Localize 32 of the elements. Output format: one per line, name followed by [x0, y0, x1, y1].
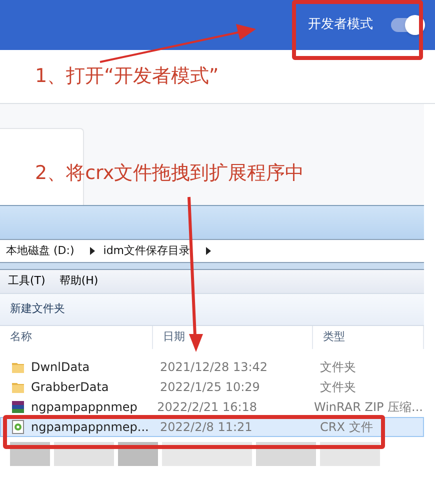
- file-type: CRX 文件: [319, 419, 373, 436]
- menu-item[interactable]: 工具(T): [8, 273, 46, 290]
- file-row[interactable]: DwnlData 2021/12/28 13:42 文件夹: [0, 357, 424, 377]
- chevron-icon: [206, 247, 212, 255]
- file-name: DwnlData: [31, 359, 90, 376]
- dev-mode-label: 开发者模式: [308, 16, 373, 34]
- step-annotation: 2、将crx文件拖拽到扩展程序中: [34, 160, 304, 186]
- file-date: 2022/1/25 10:29: [159, 379, 261, 396]
- file-type: 文件夹: [319, 379, 356, 396]
- file-row[interactable]: ngpampappnmep 2022/2/21 16:18 WinRAR ZIP 压缩...: [0, 397, 424, 417]
- breadcrumb-item[interactable]: idm文件保存目录: [103, 242, 190, 260]
- archive-icon: [11, 400, 25, 414]
- folder-icon: [11, 380, 25, 394]
- file-name: GrabberData: [31, 379, 109, 396]
- chevron-icon: [90, 247, 96, 255]
- column-header[interactable]: 名称: [0, 326, 153, 349]
- toolbar-button[interactable]: 新建文件夹: [10, 301, 65, 318]
- dev-mode-toggle[interactable]: [391, 18, 423, 32]
- file-name: ngpampappnmep: [31, 399, 138, 416]
- file-name: ngpampappnmep...: [31, 419, 149, 436]
- file-type: WinRAR ZIP 压缩...: [312, 399, 423, 416]
- file-date: 2022/2/21 16:18: [156, 399, 258, 416]
- breadcrumb-item[interactable]: 本地磁盘 (D:): [6, 242, 74, 260]
- folder-icon: [11, 360, 25, 374]
- document-icon: [11, 420, 25, 434]
- column-header[interactable]: 类型: [313, 326, 424, 349]
- menu-item[interactable]: 帮助(H): [59, 273, 98, 290]
- file-type: 文件夹: [319, 359, 356, 376]
- file-date: 2021/12/28 13:42: [159, 359, 269, 376]
- file-row[interactable]: GrabberData 2022/1/25 10:29 文件夹: [0, 377, 424, 397]
- file-date: 2022/2/8 11:21: [159, 419, 254, 436]
- step-annotation: 1、打开“开发者模式”: [35, 64, 219, 90]
